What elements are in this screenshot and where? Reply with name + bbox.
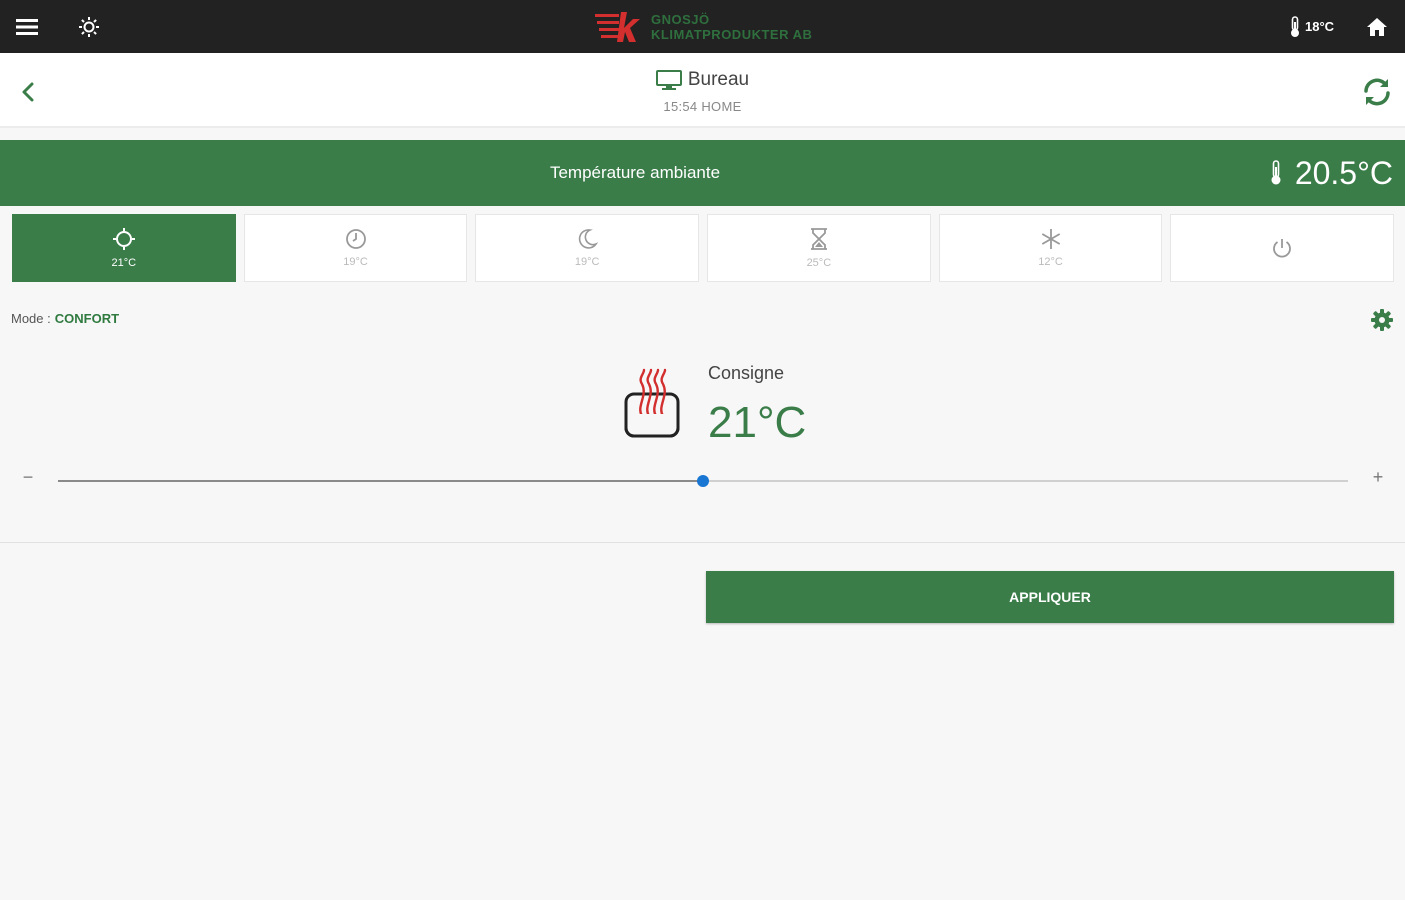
divider	[0, 542, 1405, 543]
mode-temp: 12°C	[1038, 256, 1063, 268]
heater-icon	[624, 368, 680, 438]
setpoint-value: 21°C	[708, 398, 807, 447]
hourglass-icon	[810, 228, 827, 250]
room-subtitle: 15:54 HOME	[663, 99, 742, 114]
moon-icon	[579, 229, 599, 249]
brand-line2: KLIMATPRODUKTER AB	[651, 27, 813, 42]
mode-tab-eco[interactable]: 19°C	[475, 214, 700, 282]
brand-line1: GNOSJÖ	[651, 12, 710, 27]
snowflake-icon	[1041, 229, 1060, 249]
refresh-button[interactable]	[1360, 75, 1394, 109]
outdoor-temperature: 18°C	[1288, 0, 1334, 53]
mode-tab-timer[interactable]: 25°C	[707, 214, 931, 282]
current-mode: Mode : CONFORT	[11, 311, 119, 326]
sun-icon	[112, 228, 135, 250]
slider-thumb[interactable]	[697, 475, 709, 487]
mode-temp: 19°C	[574, 256, 600, 268]
setpoint-label: Consigne	[708, 363, 785, 383]
mode-value: CONFORT	[54, 311, 120, 326]
mode-tab-frost[interactable]: 12°C	[938, 214, 1163, 282]
apply-button[interactable]: APPLIQUER	[706, 571, 1394, 623]
mode-temp: 19°C	[343, 256, 368, 268]
ambient-temperature-value: 20.5°C	[1294, 154, 1393, 191]
setpoint-slider[interactable]	[58, 470, 1348, 492]
power-icon	[1273, 239, 1292, 258]
hamburger-menu-icon[interactable]	[12, 0, 42, 53]
mode-label: Mode :	[11, 311, 51, 326]
top-app-bar: GNOSJÖ KLIMATPRODUKTER AB 18°C	[0, 0, 1405, 53]
increase-button[interactable]: +	[1367, 466, 1389, 488]
thermometer-icon	[1291, 15, 1299, 37]
monitor-icon	[655, 70, 682, 90]
mode-temp: 21°C	[111, 257, 137, 269]
brightness-icon[interactable]	[74, 0, 104, 53]
slider-fill	[58, 480, 703, 482]
mode-tab-off[interactable]	[1170, 214, 1395, 282]
decrease-button[interactable]: −	[17, 466, 39, 488]
gear-icon	[1371, 309, 1393, 331]
ambient-temperature: 20.5°C	[1269, 140, 1393, 206]
room-header: Bureau 15:54 HOME	[0, 53, 1405, 128]
thermometer-icon	[1271, 160, 1281, 185]
refresh-icon	[1364, 78, 1390, 106]
mode-tab-program[interactable]: 19°C	[243, 214, 468, 282]
mode-selector: 21°C 19°C 19°C 25°C 12°C	[12, 214, 1395, 282]
mode-temp: 25°C	[806, 257, 832, 269]
outdoor-temperature-value: 18°C	[1305, 19, 1335, 34]
home-icon[interactable]	[1362, 0, 1392, 53]
brand-name: GNOSJÖ KLIMATPRODUKTER AB	[651, 12, 812, 42]
room-name: Bureau	[687, 69, 750, 90]
ambient-temperature-label: Température ambiante	[549, 163, 721, 182]
settings-button[interactable]	[1370, 308, 1394, 332]
room-title: Bureau	[0, 69, 1405, 91]
clock-icon	[345, 229, 366, 249]
ambient-temperature-bar: Température ambiante 20.5°C	[0, 140, 1405, 206]
brand-logo-icon	[595, 12, 640, 42]
brand-logo: GNOSJÖ KLIMATPRODUKTER AB	[595, 9, 812, 45]
mode-tab-confort[interactable]: 21°C	[12, 214, 236, 282]
